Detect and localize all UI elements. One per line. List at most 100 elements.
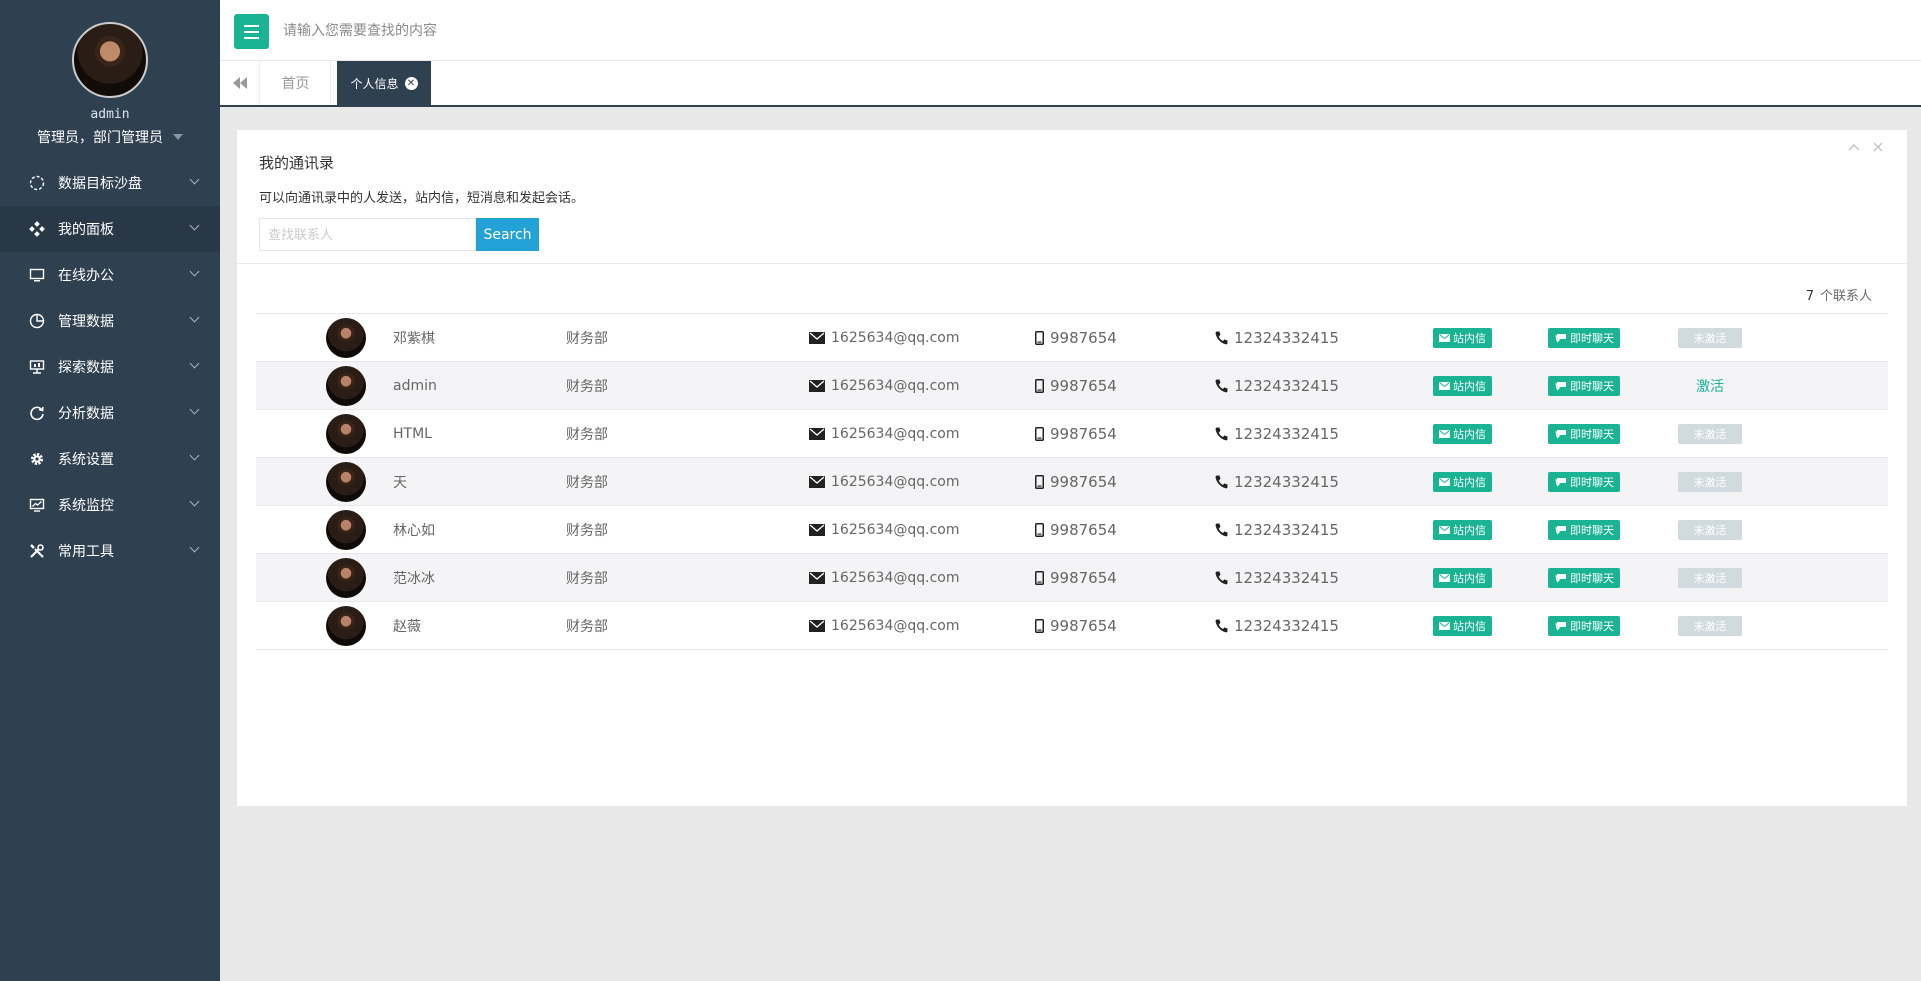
sidebar-item-online-office[interactable]: 在线办公 (0, 252, 220, 298)
send-message-button[interactable]: 站内信 (1433, 519, 1492, 540)
close-icon[interactable] (1871, 140, 1885, 154)
avatar[interactable] (326, 365, 366, 406)
send-message-button[interactable]: 站内信 (1433, 567, 1492, 588)
backward-icon (232, 77, 247, 89)
collapse-icon[interactable] (1847, 140, 1861, 154)
chevron-down-icon (189, 450, 200, 461)
mobile-icon (1035, 379, 1044, 393)
caret-down-icon (173, 134, 183, 140)
contact-email: 1625634@qq.com (831, 569, 960, 586)
profile-role-dropdown[interactable]: 管理员，部门管理员 (0, 127, 220, 147)
diamonds-icon (28, 220, 46, 238)
send-message-button[interactable]: 站内信 (1433, 327, 1492, 348)
instant-chat-label: 即时聊天 (1570, 427, 1614, 441)
menu-toggle-button[interactable] (234, 14, 269, 49)
comments-icon (1555, 573, 1566, 583)
sidebar-item-system-monitor[interactable]: 系统监控 (0, 482, 220, 528)
instant-chat-button[interactable]: 即时聊天 (1548, 375, 1620, 396)
sidebar-item-sandbox[interactable]: 数据目标沙盘 (0, 160, 220, 206)
close-icon[interactable]: ✕ (404, 76, 418, 90)
avatar[interactable] (326, 509, 366, 550)
gear-icon (28, 450, 46, 468)
contact-phone: 12324332415 (1234, 568, 1339, 587)
instant-chat-button[interactable]: 即时聊天 (1548, 471, 1620, 492)
instant-chat-label: 即时聊天 (1570, 571, 1614, 585)
send-message-button[interactable]: 站内信 (1433, 423, 1492, 444)
sidebar-item-label: 我的面板 (58, 222, 114, 238)
contact-department: 财务部 (566, 618, 608, 635)
global-search-input[interactable] (283, 22, 783, 38)
contact-name: admin (393, 377, 437, 394)
send-message-label: 站内信 (1453, 619, 1486, 633)
table-row[interactable]: 林心如 财务部 1625634@qq.com 9987654 123243324… (256, 505, 1888, 554)
phone-icon (1215, 427, 1228, 441)
sidebar-item-label: 分析数据 (58, 406, 114, 422)
avatar[interactable] (326, 557, 366, 598)
table-row[interactable]: 范冰冰 财务部 1625634@qq.com 9987654 123243324… (256, 553, 1888, 602)
table-row[interactable]: 邓紫棋 财务部 1625634@qq.com 9987654 123243324… (256, 313, 1888, 362)
comments-icon (1555, 381, 1566, 391)
contact-name: HTML (393, 425, 432, 442)
sidebar-item-label: 数据目标沙盘 (58, 176, 142, 192)
contact-search-input[interactable] (259, 218, 476, 251)
send-message-button[interactable]: 站内信 (1433, 375, 1492, 396)
envelope-icon (1439, 333, 1450, 342)
instant-chat-label: 即时聊天 (1570, 475, 1614, 489)
comments-icon (1555, 333, 1566, 343)
table-row[interactable]: admin 财务部 1625634@qq.com 9987654 1232433… (256, 361, 1888, 410)
sidebar-item-label: 探索数据 (58, 360, 114, 376)
sidebar-item-system-settings[interactable]: 系统设置 (0, 436, 220, 482)
mobile-icon (1035, 619, 1044, 633)
pie-chart-icon (28, 312, 46, 330)
profile-block: admin 管理员，部门管理员 (0, 0, 220, 160)
profile-avatar[interactable] (72, 22, 148, 98)
contact-email: 1625634@qq.com (831, 329, 960, 346)
contact-mobile: 9987654 (1050, 328, 1117, 347)
line-chart-icon (28, 496, 46, 514)
send-message-label: 站内信 (1453, 523, 1486, 537)
comments-icon (1555, 477, 1566, 487)
send-message-button[interactable]: 站内信 (1433, 615, 1492, 636)
avatar[interactable] (326, 413, 366, 454)
send-message-label: 站内信 (1453, 427, 1486, 441)
search-button[interactable]: Search (476, 218, 539, 251)
instant-chat-button[interactable]: 即时聊天 (1548, 615, 1620, 636)
instant-chat-button[interactable]: 即时聊天 (1548, 567, 1620, 588)
tab-personal-info[interactable]: 个人信息 ✕ (337, 61, 431, 105)
send-message-button[interactable]: 站内信 (1433, 471, 1492, 492)
contact-search-row: Search (259, 218, 1885, 251)
avatar[interactable] (326, 605, 366, 646)
tab-scroll-left-button[interactable] (220, 61, 260, 105)
instant-chat-button[interactable]: 即时聊天 (1548, 327, 1620, 348)
sidebar-item-analyze-data[interactable]: 分析数据 (0, 390, 220, 436)
contact-mobile: 9987654 (1050, 616, 1117, 635)
sidebar-item-manage-data[interactable]: 管理数据 (0, 298, 220, 344)
sidebar-item-common-tools[interactable]: 常用工具 (0, 528, 220, 574)
sidebar-item-my-panel[interactable]: 我的面板 (0, 206, 220, 252)
tab-home[interactable]: 首页 (261, 61, 331, 105)
instant-chat-button[interactable]: 即时聊天 (1548, 423, 1620, 444)
avatar[interactable] (326, 317, 366, 358)
instant-chat-button[interactable]: 即时聊天 (1548, 519, 1620, 540)
instant-chat-label: 即时聊天 (1570, 379, 1614, 393)
contacts-panel: 我的通讯录 可以向通讯录中的人发送，站内信，短消息和发起会话。 Search 7… (237, 130, 1907, 806)
panel-header: 我的通讯录 可以向通讯录中的人发送，站内信，短消息和发起会话。 Search (237, 130, 1907, 264)
presentation-icon (28, 358, 46, 376)
sidebar-item-explore-data[interactable]: 探索数据 (0, 344, 220, 390)
send-message-label: 站内信 (1453, 379, 1486, 393)
table-row[interactable]: HTML 财务部 1625634@qq.com 9987654 12324332… (256, 409, 1888, 458)
contact-mobile: 9987654 (1050, 520, 1117, 539)
envelope-icon (1439, 573, 1450, 582)
refresh-icon (28, 404, 46, 422)
sidebar-item-label: 在线办公 (58, 268, 114, 284)
instant-chat-label: 即时聊天 (1570, 523, 1614, 537)
monitor-icon (28, 266, 46, 284)
table-row[interactable]: 天 财务部 1625634@qq.com 9987654 12324332415… (256, 457, 1888, 506)
tools-icon (28, 542, 46, 560)
activate-link[interactable]: 激活 (1678, 376, 1742, 396)
table-row[interactable]: 赵薇 财务部 1625634@qq.com 9987654 1232433241… (256, 601, 1888, 650)
mobile-icon (1035, 475, 1044, 489)
avatar[interactable] (326, 461, 366, 502)
contact-email: 1625634@qq.com (831, 473, 960, 490)
envelope-icon (809, 379, 825, 392)
